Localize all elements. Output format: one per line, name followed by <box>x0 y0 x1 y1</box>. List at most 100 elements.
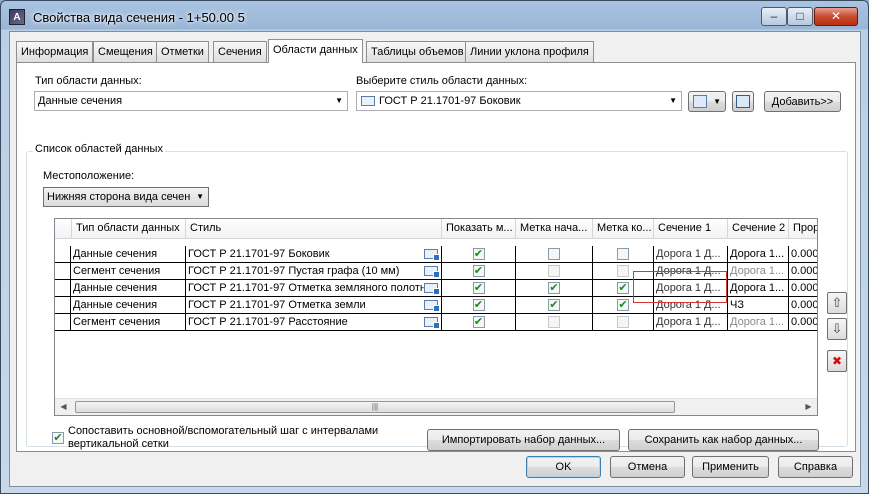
cell-offset[interactable]: 0.0000 <box>789 246 817 263</box>
save-dataset-button[interactable]: Сохранить как набор данных... <box>628 429 819 451</box>
show-checkbox[interactable]: ✔ <box>472 265 485 277</box>
close-button[interactable]: ✕ <box>814 7 858 26</box>
chevron-down-icon: ▼ <box>669 96 677 105</box>
tab-elevations[interactable]: Отметки <box>156 41 209 62</box>
row-header[interactable] <box>55 297 71 314</box>
scroll-right-icon[interactable]: ▶ <box>800 399 817 415</box>
column-header-offset[interactable]: Проре <box>789 219 817 239</box>
column-header-section2[interactable]: Сечение 2 <box>728 219 789 239</box>
maximize-button[interactable]: □ <box>787 7 813 26</box>
grid-horizontal-scrollbar[interactable]: ◀ ||| ▶ <box>55 398 817 415</box>
chevron-down-icon: ▼ <box>335 96 343 105</box>
cell-style[interactable]: ГОСТ Р 21.1701-97 Отметка земляного поло… <box>186 280 442 297</box>
style-select[interactable]: ГОСТ Р 21.1701-97 Боковик ▼ <box>356 91 682 111</box>
cell-section2[interactable]: Дорога 1... <box>728 263 789 280</box>
help-button[interactable]: Справка <box>778 456 853 478</box>
cell-show: ✔ <box>442 280 516 297</box>
cell-style[interactable]: ГОСТ Р 21.1701-97 Боковик <box>186 246 442 263</box>
style-edit-icon[interactable] <box>424 283 440 295</box>
band-style-icon <box>361 96 375 106</box>
add-button[interactable]: Добавить>> <box>764 91 841 112</box>
style-preview-button[interactable] <box>732 91 754 112</box>
data-bands-grid[interactable]: Тип области данных Стиль Показать м... М… <box>54 218 818 416</box>
cell-style[interactable]: ГОСТ Р 21.1701-97 Пустая графа (10 мм) <box>186 263 442 280</box>
start-label-checkbox[interactable] <box>548 316 560 328</box>
location-select[interactable]: Нижняя сторона вида сечен ▼ <box>43 187 209 207</box>
cell-offset[interactable]: 0.0000 <box>789 280 817 297</box>
show-checkbox[interactable]: ✔ <box>472 282 485 294</box>
style-edit-icon[interactable] <box>424 249 440 261</box>
cell-type[interactable]: Данные сечения <box>71 297 186 314</box>
tab-grade-lines[interactable]: Линии уклона профиля <box>465 41 594 62</box>
cell-start-label <box>516 263 593 280</box>
end-label-checkbox[interactable] <box>617 248 629 260</box>
end-label-checkbox[interactable] <box>617 265 629 277</box>
column-header-end-label[interactable]: Метка ко... <box>593 219 654 239</box>
cell-offset[interactable]: 0.0000 <box>789 314 817 331</box>
scroll-left-icon[interactable]: ◀ <box>55 399 72 415</box>
cell-end-label <box>593 246 654 263</box>
match-grid-checkbox[interactable]: ✔ <box>52 432 64 444</box>
tab-panel-data-bands: Тип области данных: Данные сечения ▼ Выб… <box>16 62 856 452</box>
title-bar[interactable]: A Свойства вида сечения - 1+50.00 5 – □ … <box>1 4 868 30</box>
style-edit-icon[interactable] <box>424 300 440 312</box>
column-header-type[interactable]: Тип области данных <box>72 219 186 239</box>
tab-information[interactable]: Информация <box>16 41 94 62</box>
cell-show: ✔ <box>442 263 516 280</box>
tab-volume-tables[interactable]: Таблицы объемов <box>366 41 469 62</box>
tab-offsets[interactable]: Смещения <box>93 41 158 62</box>
column-header-start-label[interactable]: Метка нача... <box>516 219 593 239</box>
cell-section2[interactable]: ЧЗ <box>728 297 789 314</box>
end-label-checkbox[interactable]: ✔ <box>617 299 629 311</box>
move-down-button[interactable]: ⇩ <box>827 318 847 340</box>
row-header[interactable] <box>55 263 71 280</box>
cell-section2[interactable]: Дорога 1... <box>728 314 789 331</box>
edit-style-icon <box>693 95 707 108</box>
match-grid-label-2: вертикальной сетки <box>68 438 169 450</box>
import-dataset-button[interactable]: Импортировать набор данных... <box>427 429 620 451</box>
data-area-type-select[interactable]: Данные сечения ▼ <box>34 91 348 111</box>
ok-button[interactable]: OK <box>526 456 601 478</box>
cell-style[interactable]: ГОСТ Р 21.1701-97 Отметка земли <box>186 297 442 314</box>
cell-section1[interactable]: Дорога 1 Д... <box>654 314 728 331</box>
column-header-style[interactable]: Стиль <box>186 219 442 239</box>
start-label-checkbox[interactable] <box>548 265 560 277</box>
column-header-section1[interactable]: Сечение 1 <box>654 219 728 239</box>
style-edit-icon[interactable] <box>424 266 440 278</box>
cancel-button[interactable]: Отмена <box>610 456 685 478</box>
cell-section2[interactable]: Дорога 1... <box>728 280 789 297</box>
start-label-checkbox[interactable] <box>548 248 560 260</box>
dialog-client: Информация Смещения Отметки Сечения Обла… <box>9 31 861 487</box>
delete-button[interactable]: ✖ <box>827 350 847 372</box>
cell-style[interactable]: ГОСТ Р 21.1701-97 Расстояние <box>186 314 442 331</box>
start-label-checkbox[interactable]: ✔ <box>548 282 560 294</box>
column-header-show[interactable]: Показать м... <box>442 219 516 239</box>
chevron-down-icon: ▼ <box>196 192 204 201</box>
apply-button[interactable]: Применить <box>692 456 769 478</box>
move-up-button[interactable]: ⇧ <box>827 292 847 314</box>
cell-end-label <box>593 314 654 331</box>
show-checkbox[interactable]: ✔ <box>472 248 485 260</box>
row-header[interactable] <box>55 314 71 331</box>
edit-style-button[interactable]: ▼ <box>688 91 726 112</box>
end-label-checkbox[interactable] <box>617 316 629 328</box>
cell-offset[interactable]: 0.0000 <box>789 263 817 280</box>
scrollbar-thumb[interactable]: ||| <box>75 401 675 413</box>
tab-data-bands[interactable]: Области данных <box>268 39 363 63</box>
show-checkbox[interactable]: ✔ <box>472 299 485 311</box>
minimize-button[interactable]: – <box>761 7 787 26</box>
row-header[interactable] <box>55 280 71 297</box>
tab-sections[interactable]: Сечения <box>213 41 267 62</box>
row-header[interactable] <box>55 246 71 263</box>
start-label-checkbox[interactable]: ✔ <box>548 299 560 311</box>
cell-type[interactable]: Сегмент сечения <box>71 314 186 331</box>
style-edit-icon[interactable] <box>424 317 440 329</box>
cell-type[interactable]: Данные сечения <box>71 246 186 263</box>
cell-offset[interactable]: 0.0000 <box>789 297 817 314</box>
end-label-checkbox[interactable]: ✔ <box>617 282 629 294</box>
show-checkbox[interactable]: ✔ <box>472 316 485 328</box>
cell-section2[interactable]: Дорога 1... <box>728 246 789 263</box>
cell-section1[interactable]: Дорога 1 Д... <box>654 246 728 263</box>
cell-type[interactable]: Данные сечения <box>71 280 186 297</box>
cell-type[interactable]: Сегмент сечения <box>71 263 186 280</box>
